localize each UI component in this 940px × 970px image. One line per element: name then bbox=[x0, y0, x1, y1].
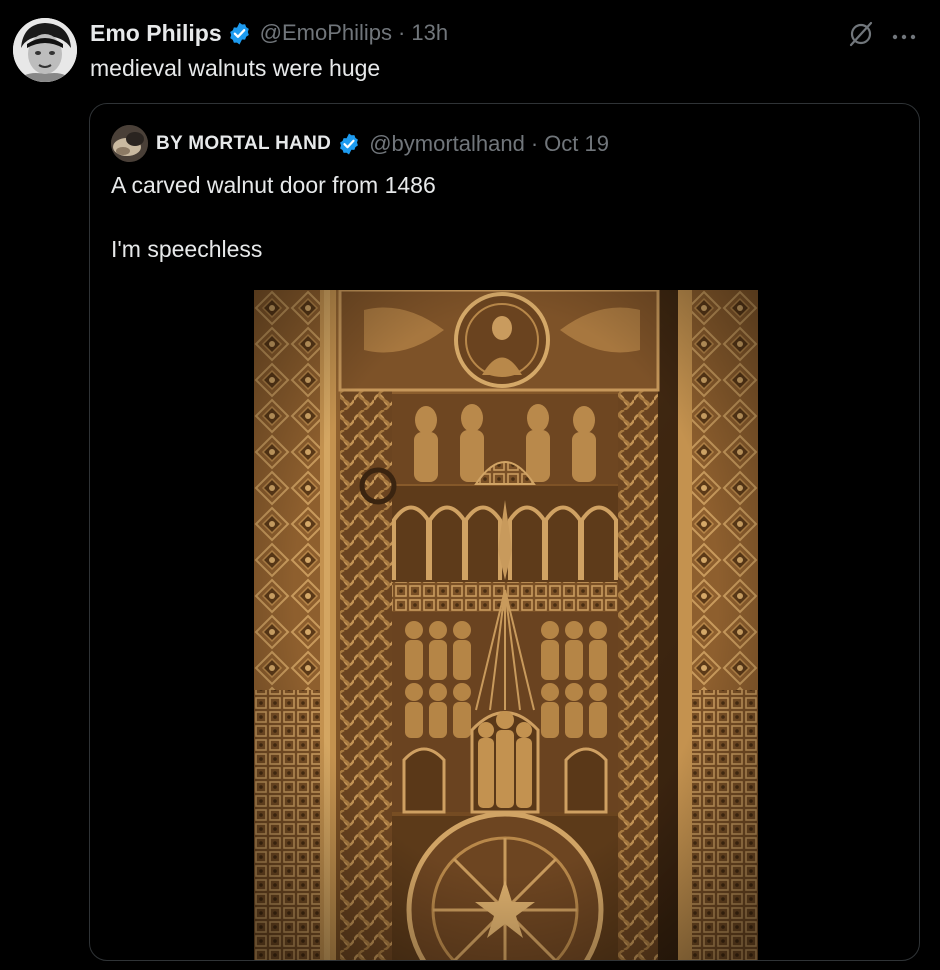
verified-badge-icon[interactable] bbox=[337, 132, 361, 156]
quoted-tweet-timestamp[interactable]: Oct 19 bbox=[544, 131, 609, 157]
author-name[interactable]: Emo Philips bbox=[90, 20, 222, 47]
grok-icon[interactable] bbox=[846, 19, 876, 49]
quoted-tweet-text-line-1: A carved walnut door from 1486 bbox=[111, 172, 436, 198]
tweet-text: medieval walnuts were huge bbox=[90, 55, 381, 81]
quoted-author-handle[interactable]: @bymortalhand bbox=[369, 131, 525, 157]
quoted-author-avatar[interactable] bbox=[111, 125, 148, 162]
separator-dot: · bbox=[398, 20, 406, 45]
author-avatar[interactable] bbox=[13, 18, 77, 82]
quoted-tweet-header: BY MORTAL HAND @bymortalhand · Oct 19 bbox=[156, 129, 609, 159]
quoted-author-name[interactable]: BY MORTAL HAND bbox=[156, 133, 331, 155]
verified-badge-icon[interactable] bbox=[227, 21, 252, 46]
quoted-tweet-text-line-2: I'm speechless bbox=[111, 236, 263, 262]
author-handle[interactable]: @EmoPhilips bbox=[260, 20, 392, 46]
tweet-timestamp[interactable]: 13h bbox=[411, 20, 448, 46]
separator-dot: · bbox=[530, 131, 539, 156]
quoted-tweet[interactable]: BY MORTAL HAND @bymortalhand · Oct 19 A … bbox=[89, 103, 920, 961]
carved-door-image[interactable] bbox=[254, 288, 758, 960]
more-icon[interactable] bbox=[891, 29, 917, 40]
tweet-header: Emo Philips @EmoPhilips · 13h bbox=[90, 19, 448, 47]
